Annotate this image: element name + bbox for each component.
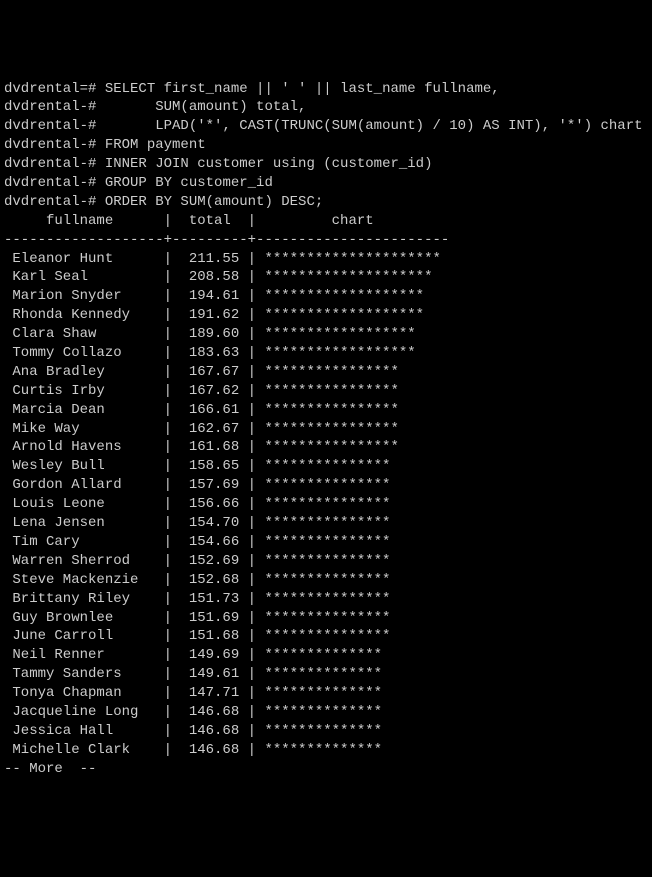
table-row: Tim Cary | 154.66 | *************** bbox=[4, 533, 648, 552]
more-prompt[interactable]: -- More -- bbox=[4, 760, 648, 779]
table-row: Gordon Allard | 157.69 | *************** bbox=[4, 476, 648, 495]
table-row: Marcia Dean | 166.61 | **************** bbox=[4, 401, 648, 420]
table-row: Tonya Chapman | 147.71 | ************** bbox=[4, 684, 648, 703]
sql-text: ORDER BY SUM(amount) DESC; bbox=[96, 194, 323, 210]
table-header: fullname | total | chart bbox=[4, 212, 648, 231]
prompt: dvdrental-# bbox=[4, 175, 96, 191]
prompt: dvdrental-# bbox=[4, 137, 96, 153]
sql-line-1: dvdrental=# SELECT first_name || ' ' || … bbox=[4, 80, 648, 99]
table-row: Clara Shaw | 189.60 | ****************** bbox=[4, 325, 648, 344]
sql-line-3: dvdrental-# LPAD('*', CAST(TRUNC(SUM(amo… bbox=[4, 117, 648, 136]
prompt: dvdrental=# bbox=[4, 81, 96, 97]
table-row: Curtis Irby | 167.62 | **************** bbox=[4, 382, 648, 401]
table-row: Wesley Bull | 158.65 | *************** bbox=[4, 457, 648, 476]
sql-text: FROM payment bbox=[96, 137, 205, 153]
sql-text: GROUP BY customer_id bbox=[96, 175, 272, 191]
table-row: June Carroll | 151.68 | *************** bbox=[4, 627, 648, 646]
table-row: Rhonda Kennedy | 191.62 | **************… bbox=[4, 306, 648, 325]
table-row: Marion Snyder | 194.61 | ***************… bbox=[4, 287, 648, 306]
table-row: Karl Seal | 208.58 | *******************… bbox=[4, 268, 648, 287]
sql-text: INNER JOIN customer using (customer_id) bbox=[96, 156, 432, 172]
sql-line-2: dvdrental-# SUM(amount) total, bbox=[4, 98, 648, 117]
sql-line-5: dvdrental-# INNER JOIN customer using (c… bbox=[4, 155, 648, 174]
table-row: Brittany Riley | 151.73 | **************… bbox=[4, 590, 648, 609]
prompt: dvdrental-# bbox=[4, 194, 96, 210]
table-row: Jessica Hall | 146.68 | ************** bbox=[4, 722, 648, 741]
table-row: Arnold Havens | 161.68 | ***************… bbox=[4, 438, 648, 457]
table-row: Tammy Sanders | 149.61 | ************** bbox=[4, 665, 648, 684]
prompt: dvdrental-# bbox=[4, 99, 96, 115]
prompt: dvdrental-# bbox=[4, 118, 96, 134]
table-divider: -------------------+---------+----------… bbox=[4, 231, 648, 250]
sql-line-7: dvdrental-# ORDER BY SUM(amount) DESC; bbox=[4, 193, 648, 212]
table-row: Warren Sherrod | 152.69 | **************… bbox=[4, 552, 648, 571]
table-row: Guy Brownlee | 151.69 | *************** bbox=[4, 609, 648, 628]
table-row: Michelle Clark | 146.68 | ************** bbox=[4, 741, 648, 760]
table-row: Jacqueline Long | 146.68 | *************… bbox=[4, 703, 648, 722]
table-row: Lena Jensen | 154.70 | *************** bbox=[4, 514, 648, 533]
sql-line-4: dvdrental-# FROM payment bbox=[4, 136, 648, 155]
terminal-output: dvdrental=# SELECT first_name || ' ' || … bbox=[4, 80, 648, 779]
table-row: Steve Mackenzie | 152.68 | *************… bbox=[4, 571, 648, 590]
table-row: Ana Bradley | 167.67 | **************** bbox=[4, 363, 648, 382]
table-row: Neil Renner | 149.69 | ************** bbox=[4, 646, 648, 665]
table-row: Mike Way | 162.67 | **************** bbox=[4, 420, 648, 439]
table-body: Eleanor Hunt | 211.55 | ****************… bbox=[4, 250, 648, 760]
prompt: dvdrental-# bbox=[4, 156, 96, 172]
table-row: Eleanor Hunt | 211.55 | ****************… bbox=[4, 250, 648, 269]
sql-text: LPAD('*', CAST(TRUNC(SUM(amount) / 10) A… bbox=[96, 118, 642, 134]
sql-text: SELECT first_name || ' ' || last_name fu… bbox=[96, 81, 499, 97]
table-row: Tommy Collazo | 183.63 | ***************… bbox=[4, 344, 648, 363]
sql-text: SUM(amount) total, bbox=[96, 99, 306, 115]
table-row: Louis Leone | 156.66 | *************** bbox=[4, 495, 648, 514]
sql-line-6: dvdrental-# GROUP BY customer_id bbox=[4, 174, 648, 193]
